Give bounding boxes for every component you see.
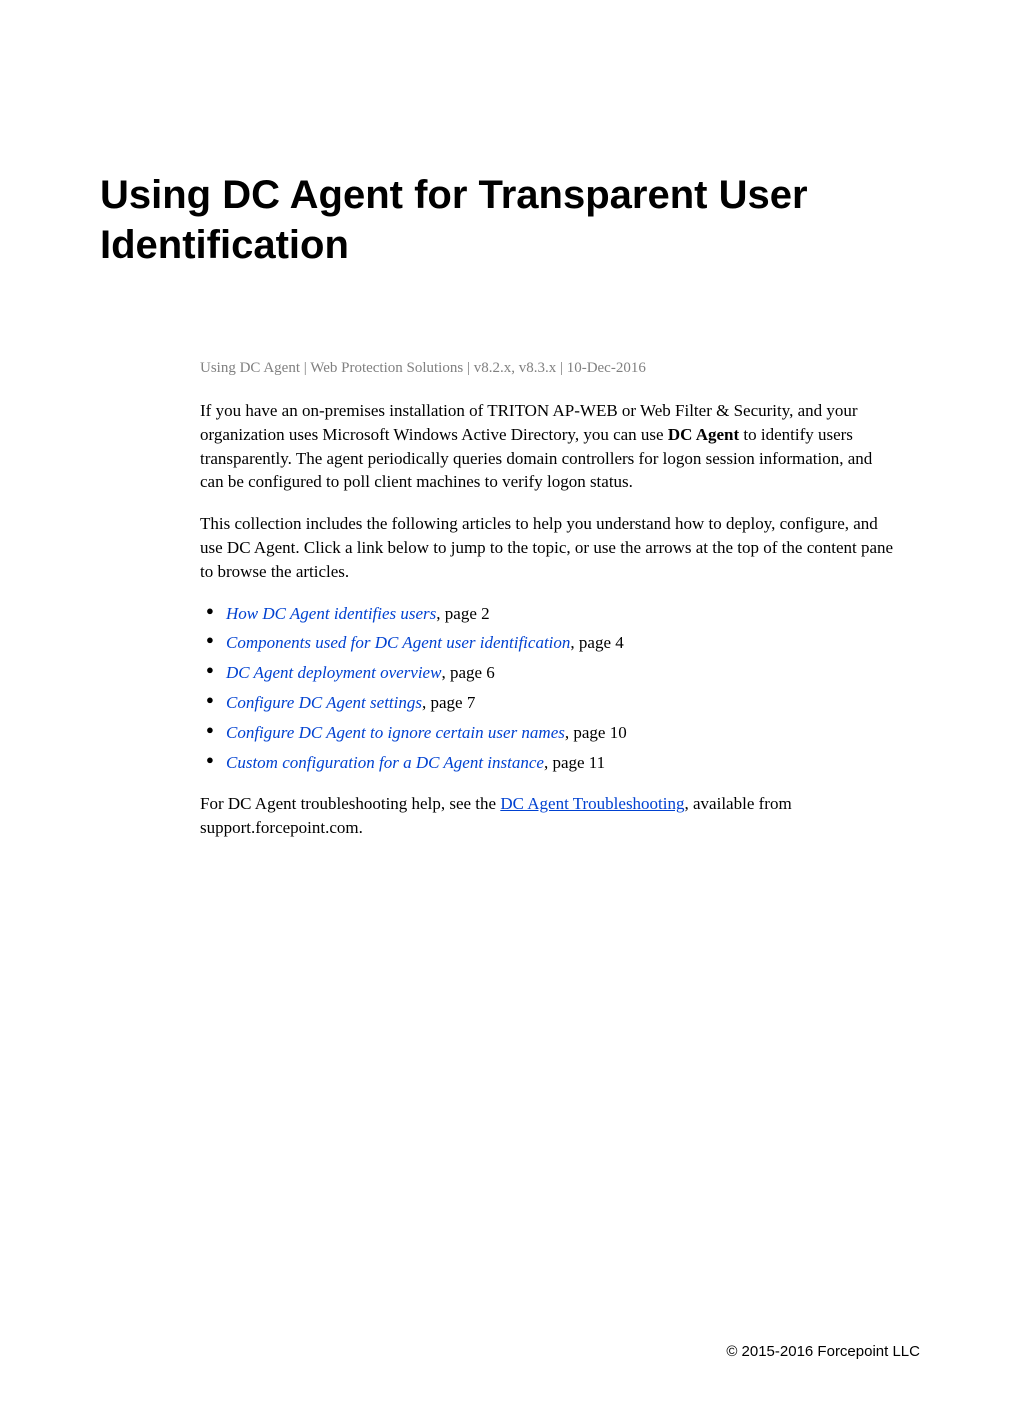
toc-link[interactable]: DC Agent deployment overview	[226, 663, 441, 682]
collection-paragraph: This collection includes the following a…	[200, 512, 900, 583]
page-ref: , page 6	[441, 663, 494, 682]
list-item: Components used for DC Agent user identi…	[200, 631, 900, 655]
list-item: Configure DC Agent to ignore certain use…	[200, 721, 900, 745]
list-item: Custom configuration for a DC Agent inst…	[200, 751, 900, 775]
toc-list: How DC Agent identifies users, page 2 Co…	[200, 602, 900, 775]
troubleshoot-link[interactable]: DC Agent Troubleshooting	[500, 794, 684, 813]
troubleshoot-paragraph: For DC Agent troubleshooting help, see t…	[200, 792, 900, 840]
page-title: Using DC Agent for Transparent User Iden…	[100, 170, 920, 270]
toc-link[interactable]: Configure DC Agent to ignore certain use…	[226, 723, 565, 742]
content-body: Using DC Agent | Web Protection Solution…	[200, 360, 900, 840]
subtitle-meta: Using DC Agent | Web Protection Solution…	[200, 360, 900, 377]
page-ref: , page 11	[544, 753, 605, 772]
list-item: Configure DC Agent settings, page 7	[200, 691, 900, 715]
intro-paragraph: If you have an on-premises installation …	[200, 399, 900, 494]
list-item: How DC Agent identifies users, page 2	[200, 602, 900, 626]
page-ref: , page 7	[422, 693, 475, 712]
toc-link[interactable]: How DC Agent identifies users	[226, 604, 436, 623]
intro-bold: DC Agent	[668, 425, 739, 444]
list-item: DC Agent deployment overview, page 6	[200, 661, 900, 685]
trouble-text-a: For DC Agent troubleshooting help, see t…	[200, 794, 500, 813]
copyright-footer: © 2015-2016 Forcepoint LLC	[726, 1343, 920, 1360]
page-ref: , page 4	[570, 633, 623, 652]
page-ref: , page 10	[565, 723, 627, 742]
page-ref: , page 2	[436, 604, 489, 623]
toc-link[interactable]: Configure DC Agent settings	[226, 693, 422, 712]
toc-link[interactable]: Components used for DC Agent user identi…	[226, 633, 570, 652]
toc-link[interactable]: Custom configuration for a DC Agent inst…	[226, 753, 544, 772]
